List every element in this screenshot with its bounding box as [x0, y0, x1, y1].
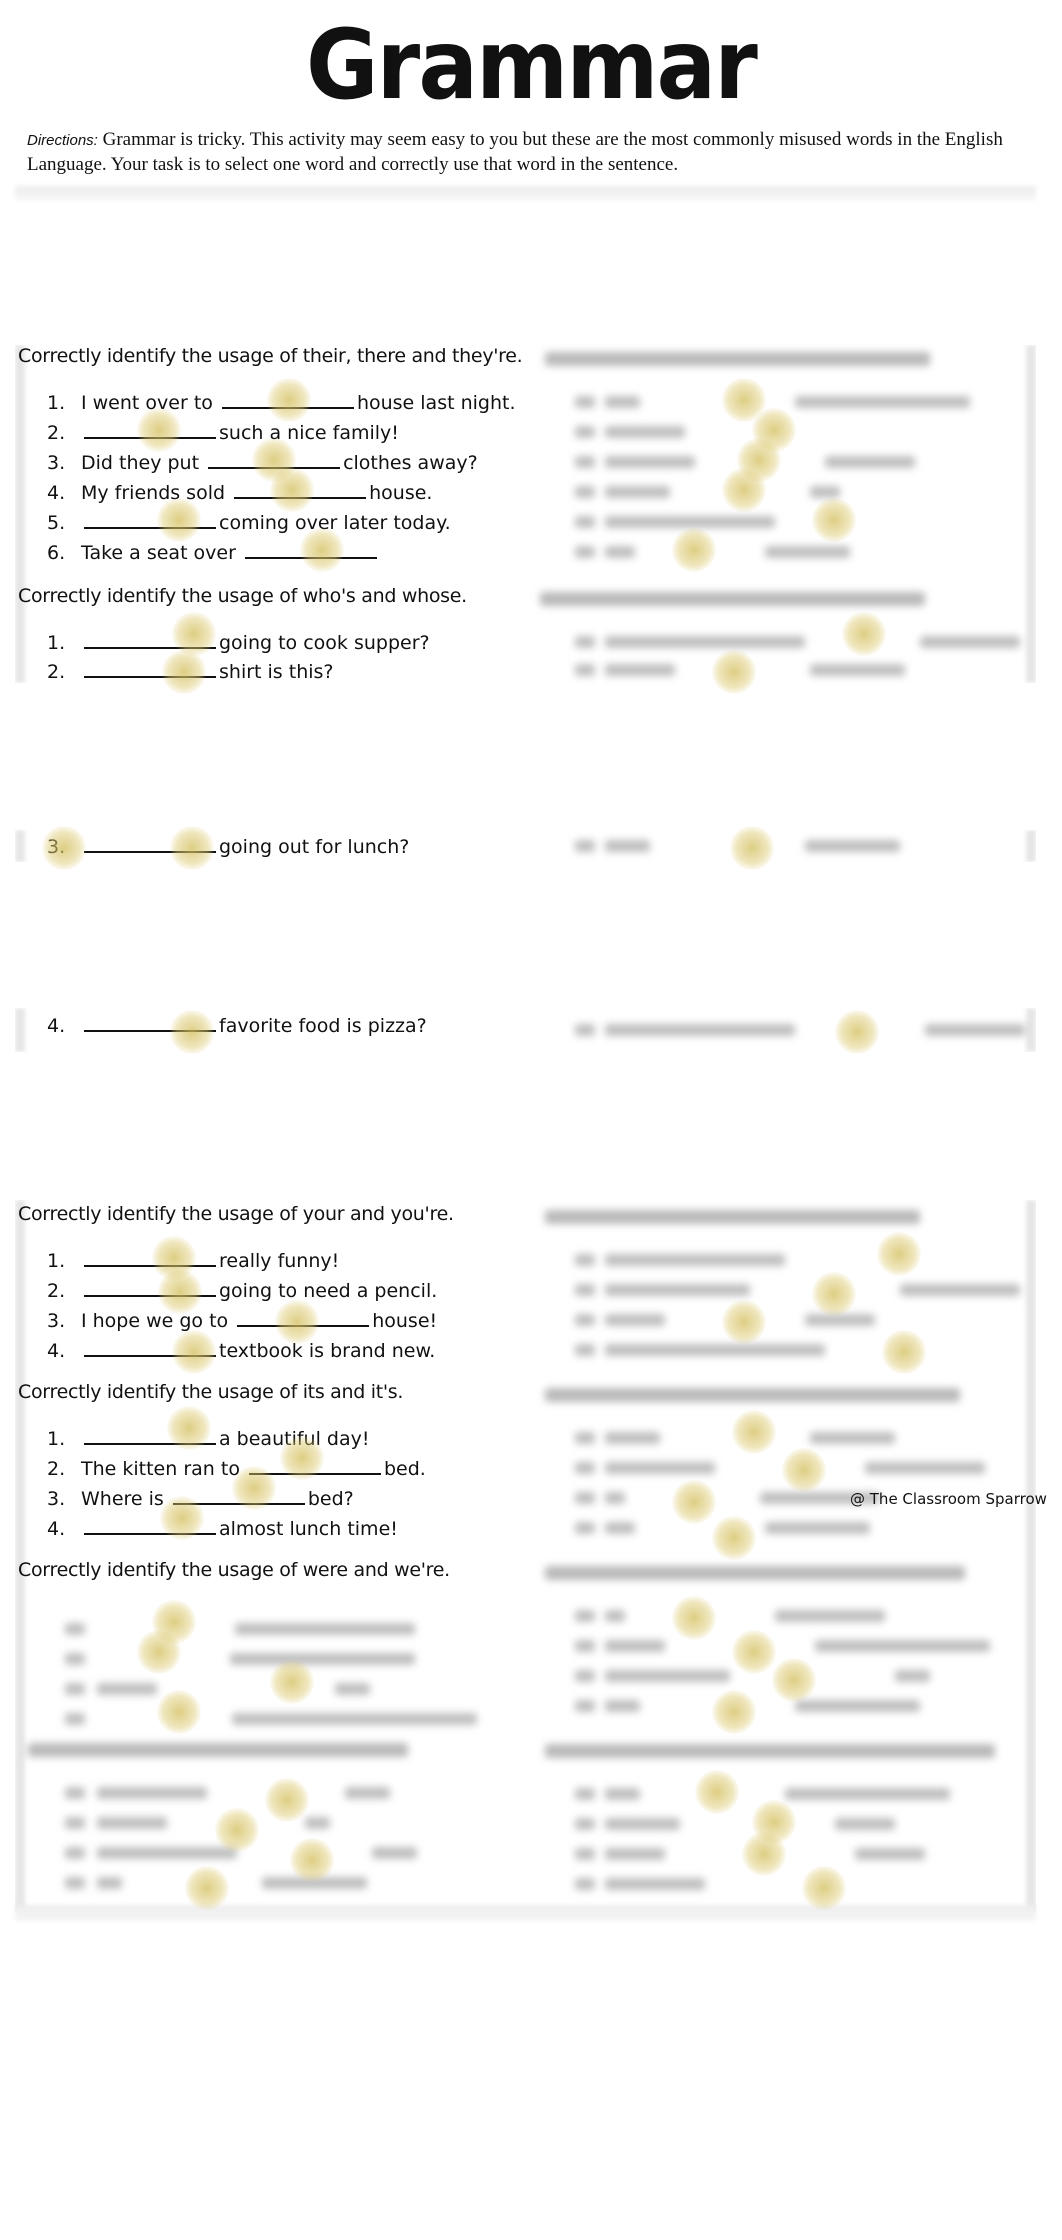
obscured-content-right [0, 0, 1062, 2240]
credit-watermark: @ The Classroom Sparrow [850, 1490, 1047, 1508]
